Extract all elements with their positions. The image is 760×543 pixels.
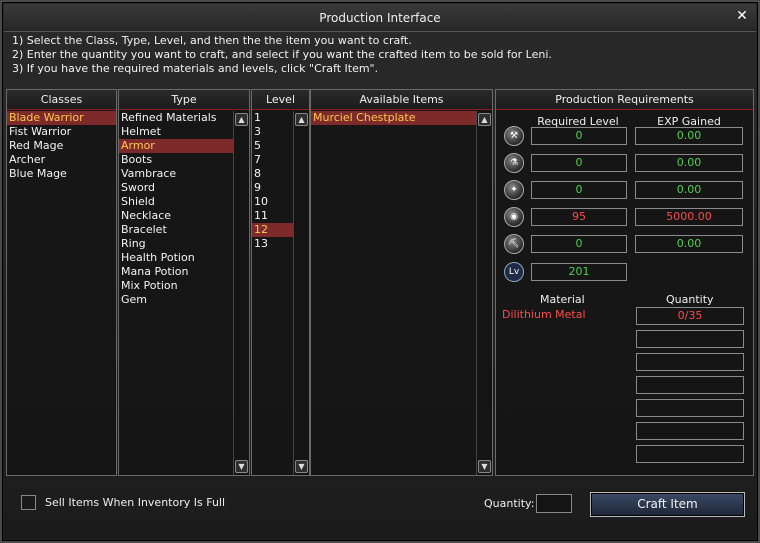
material-row xyxy=(496,374,755,395)
type-list-item[interactable]: Mana Potion xyxy=(119,265,249,279)
crafting-skill-icon-4: ◉ xyxy=(504,207,524,227)
class-list-item[interactable]: Blade Warrior xyxy=(7,111,116,125)
level-icon: Lv xyxy=(504,262,524,282)
material-row xyxy=(496,351,755,372)
scroll-up-icon[interactable]: ▲ xyxy=(478,113,491,126)
type-header: Type xyxy=(119,90,249,110)
available-items-header: Available Items xyxy=(311,90,492,110)
sell-items-checkbox[interactable] xyxy=(21,495,36,510)
requirement-row: ⚗ 0 0.00 xyxy=(496,152,755,174)
title-bar[interactable]: Production Interface ✕ xyxy=(4,4,756,32)
exp-gained-value: 0.00 xyxy=(635,235,743,253)
required-level-value: 0 xyxy=(531,181,627,199)
material-row xyxy=(496,397,755,418)
type-list-item[interactable]: Armor xyxy=(119,139,249,153)
player-level-row: Lv 201 xyxy=(496,261,755,283)
scroll-down-icon[interactable]: ▼ xyxy=(295,460,308,473)
type-list-item[interactable]: Ring xyxy=(119,237,249,251)
type-list-item[interactable]: Helmet xyxy=(119,125,249,139)
exp-gained-value: 0.00 xyxy=(635,181,743,199)
material-quantity xyxy=(636,330,744,348)
player-level-value: 201 xyxy=(531,263,627,281)
scroll-up-icon[interactable]: ▲ xyxy=(295,113,308,126)
class-list-item[interactable]: Archer xyxy=(7,153,116,167)
available-scrollbar[interactable]: ▲ ▼ xyxy=(476,111,492,475)
type-list-item[interactable]: Mix Potion xyxy=(119,279,249,293)
type-list-item[interactable]: Gem xyxy=(119,293,249,307)
classes-header: Classes xyxy=(7,90,116,110)
material-quantity xyxy=(636,399,744,417)
window-title: Production Interface xyxy=(319,11,441,25)
material-quantity xyxy=(636,376,744,394)
material-row xyxy=(496,420,755,441)
material-quantity xyxy=(636,422,744,440)
type-list-item[interactable]: Bracelet xyxy=(119,223,249,237)
exp-gained-value: 0.00 xyxy=(635,127,743,145)
type-list-item[interactable]: Sword xyxy=(119,181,249,195)
quantity-input[interactable] xyxy=(536,494,572,513)
crafting-skill-icon-5: ⛏ xyxy=(504,234,524,254)
sell-items-label: Sell Items When Inventory Is Full xyxy=(45,496,226,509)
required-level-value: 0 xyxy=(531,127,627,145)
class-list-item[interactable]: Red Mage xyxy=(7,139,116,153)
scroll-down-icon[interactable]: ▼ xyxy=(235,460,248,473)
instruction-line: 2) Enter the quantity you want to craft,… xyxy=(12,48,552,61)
requirements-panel: Production Requirements Required Level E… xyxy=(495,89,754,476)
type-list: Refined Materials Helmet Armor Boots Vambrac… xyxy=(119,110,249,307)
class-list-item[interactable]: Fist Warrior xyxy=(7,125,116,139)
available-items-list: Murciel Chestplate xyxy=(311,110,492,125)
material-row: Dilithium Metal 0/35 xyxy=(496,305,755,326)
exp-gained-value: 5000.00 xyxy=(635,208,743,226)
material-quantity xyxy=(636,445,744,463)
type-scrollbar[interactable]: ▲ ▼ xyxy=(233,111,249,475)
type-list-item[interactable]: Health Potion xyxy=(119,251,249,265)
material-quantity xyxy=(636,353,744,371)
scroll-up-icon[interactable]: ▲ xyxy=(235,113,248,126)
level-header: Level xyxy=(252,90,309,110)
crafting-skill-icon-2: ⚗ xyxy=(504,153,524,173)
type-list-item[interactable]: Vambrace xyxy=(119,167,249,181)
crafting-skill-icon-1: ⚒ xyxy=(504,126,524,146)
material-quantity: 0/35 xyxy=(636,307,744,325)
quantity-label: Quantity: xyxy=(484,497,535,510)
classes-list: Blade Warrior Fist Warrior Red Mage Archer B… xyxy=(7,110,116,181)
type-panel: Type Refined Materials Helmet Armor Boots Va… xyxy=(118,89,250,476)
required-level-value: 0 xyxy=(531,154,627,172)
type-list-item[interactable]: Refined Materials xyxy=(119,111,249,125)
level-panel: Level 1 3 5 7 8 9 10 11 12 13 ▲ ▼ xyxy=(251,89,310,476)
instructions: 1) Select the Class, Type, Level, and th… xyxy=(12,34,752,76)
available-items-panel: Available Items Murciel Chestplate ▲ ▼ xyxy=(310,89,493,476)
close-icon[interactable]: ✕ xyxy=(734,8,750,24)
instruction-line: 3) If you have the required materials an… xyxy=(12,62,379,75)
material-name: Dilithium Metal xyxy=(502,308,586,321)
required-level-value: 0 xyxy=(531,235,627,253)
type-list-item[interactable]: Boots xyxy=(119,153,249,167)
type-list-item[interactable]: Shield xyxy=(119,195,249,209)
craft-item-button[interactable]: Craft Item xyxy=(590,492,745,517)
requirement-row: ⚒ 0 0.00 xyxy=(496,125,755,147)
class-list-item[interactable]: Blue Mage xyxy=(7,167,116,181)
exp-gained-value: 0.00 xyxy=(635,154,743,172)
material-row xyxy=(496,443,755,464)
type-list-item[interactable]: Necklace xyxy=(119,209,249,223)
available-item[interactable]: Murciel Chestplate xyxy=(311,111,492,125)
requirement-row: ✦ 0 0.00 xyxy=(496,179,755,201)
classes-panel: Classes Blade Warrior Fist Warrior Red Mag… xyxy=(6,89,117,476)
requirement-row: ⛏ 0 0.00 xyxy=(496,233,755,255)
requirement-row: ◉ 95 5000.00 xyxy=(496,206,755,228)
requirements-header: Production Requirements xyxy=(496,90,753,110)
level-scrollbar[interactable]: ▲ ▼ xyxy=(293,111,309,475)
required-level-value: 95 xyxy=(531,208,627,226)
material-row xyxy=(496,328,755,349)
crafting-skill-icon-3: ✦ xyxy=(504,180,524,200)
instruction-line: 1) Select the Class, Type, Level, and th… xyxy=(12,34,412,47)
scroll-down-icon[interactable]: ▼ xyxy=(478,460,491,473)
